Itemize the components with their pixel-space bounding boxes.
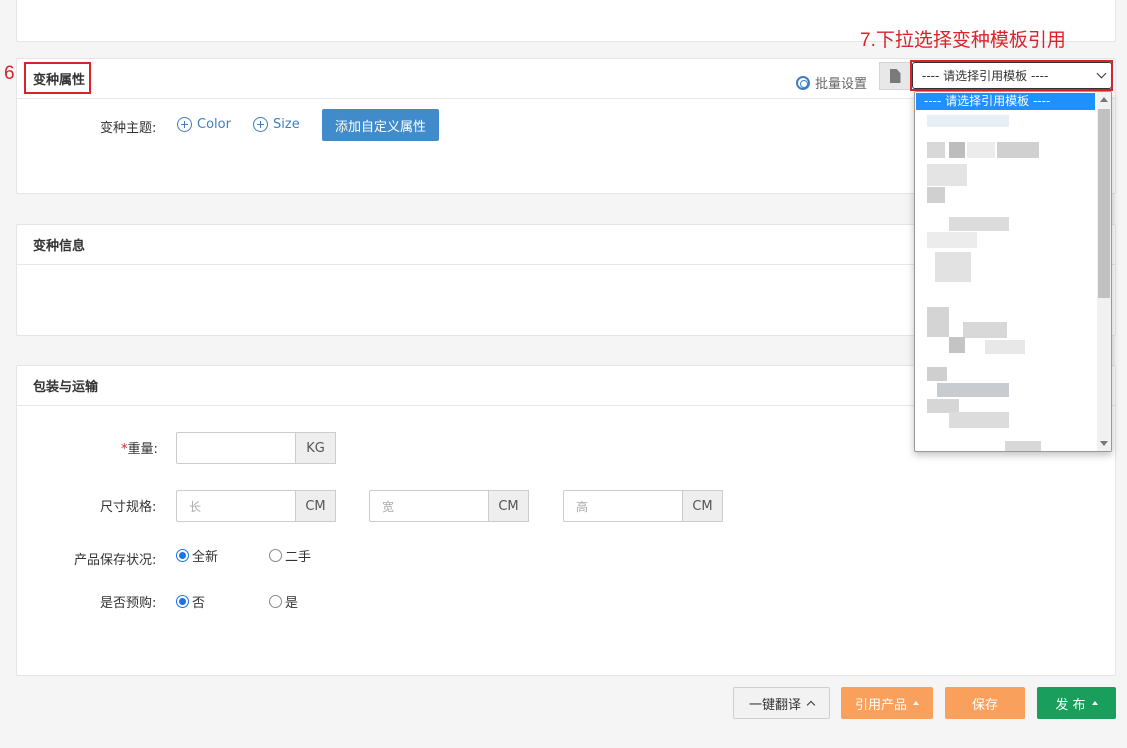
scroll-down-arrow-icon[interactable] — [1100, 441, 1108, 446]
theme-size-button[interactable]: Size — [253, 117, 300, 132]
template-file-button[interactable] — [879, 62, 911, 90]
scrollbar-thumb[interactable] — [1098, 109, 1110, 298]
annotation-step-7: 7.下拉选择变种模板引用 — [860, 30, 1066, 51]
preorder-no-radio[interactable]: 否 — [176, 592, 205, 611]
batch-settings-label: 批量设置 — [815, 77, 868, 92]
batch-settings-link[interactable]: 批量设置 — [796, 73, 867, 92]
save-label: 保存 — [971, 697, 998, 713]
packaging-title: 包装与运输 — [33, 380, 99, 395]
gear-icon — [796, 75, 810, 90]
dropdown-option-placeholder[interactable]: ---- 请选择引用模板 ---- — [916, 93, 1095, 110]
caret-up-icon — [1091, 701, 1098, 705]
weight-input[interactable] — [176, 432, 296, 464]
width-unit: CM — [489, 490, 529, 522]
height-input-group: 高 CM — [563, 490, 723, 522]
theme-color-label: Color — [197, 117, 231, 132]
chevron-up-icon — [806, 700, 816, 710]
weight-input-group: KG — [176, 432, 336, 464]
annotation-box-variant-attributes — [24, 62, 91, 94]
annotation-box-template-select — [910, 60, 1113, 91]
preorder-label: 是否预购: — [100, 596, 157, 611]
publish-button[interactable]: 发 布 — [1037, 687, 1116, 719]
preorder-yes-label: 是 — [285, 596, 299, 611]
theme-size-label: Size — [273, 117, 300, 132]
one-click-translate-button[interactable]: 一键翻译 — [733, 687, 830, 719]
condition-label: 产品保存状况: — [74, 553, 157, 568]
weight-label-text: 重量: — [127, 442, 158, 457]
height-unit: CM — [683, 490, 723, 522]
preorder-yes-radio[interactable]: 是 — [269, 592, 298, 611]
caret-up-icon — [913, 701, 919, 705]
condition-new-label: 全新 — [192, 550, 219, 565]
weight-label: *重量: — [121, 438, 158, 457]
cite-product-button[interactable]: 引用产品 — [841, 687, 933, 719]
save-button[interactable]: 保存 — [945, 687, 1025, 719]
template-dropdown-list[interactable]: ---- 请选择引用模板 ---- — [914, 91, 1112, 452]
add-custom-attribute-button[interactable]: 添加自定义属性 — [322, 109, 439, 141]
scroll-up-arrow-icon[interactable] — [1100, 97, 1108, 102]
variant-info-title: 变种信息 — [33, 239, 86, 254]
publish-label: 发 布 — [1055, 697, 1086, 713]
dimensions-label: 尺寸规格: — [100, 500, 157, 515]
length-input-group: 长 CM — [176, 490, 336, 522]
radio-checked-icon — [176, 549, 189, 562]
length-unit: CM — [296, 490, 336, 522]
translate-label: 一键翻译 — [748, 697, 801, 713]
condition-used-label: 二手 — [285, 550, 312, 565]
file-icon — [889, 69, 901, 83]
plus-circle-icon — [253, 117, 268, 132]
theme-color-button[interactable]: Color — [177, 117, 231, 132]
radio-unchecked-icon — [269, 549, 282, 562]
condition-new-radio[interactable]: 全新 — [176, 546, 218, 565]
variant-theme-label: 变种主题: — [100, 121, 157, 136]
radio-checked-icon — [176, 595, 189, 608]
condition-used-radio[interactable]: 二手 — [269, 546, 311, 565]
plus-circle-icon — [177, 117, 192, 132]
radio-unchecked-icon — [269, 595, 282, 608]
width-input-group: 宽 CM — [369, 490, 529, 522]
weight-unit: KG — [296, 432, 336, 464]
length-input[interactable]: 长 — [176, 490, 296, 522]
dropdown-scrollbar[interactable] — [1097, 92, 1111, 451]
preorder-no-label: 否 — [192, 596, 206, 611]
height-input[interactable]: 高 — [563, 490, 683, 522]
width-input[interactable]: 宽 — [369, 490, 489, 522]
cite-label: 引用产品 — [854, 697, 907, 713]
